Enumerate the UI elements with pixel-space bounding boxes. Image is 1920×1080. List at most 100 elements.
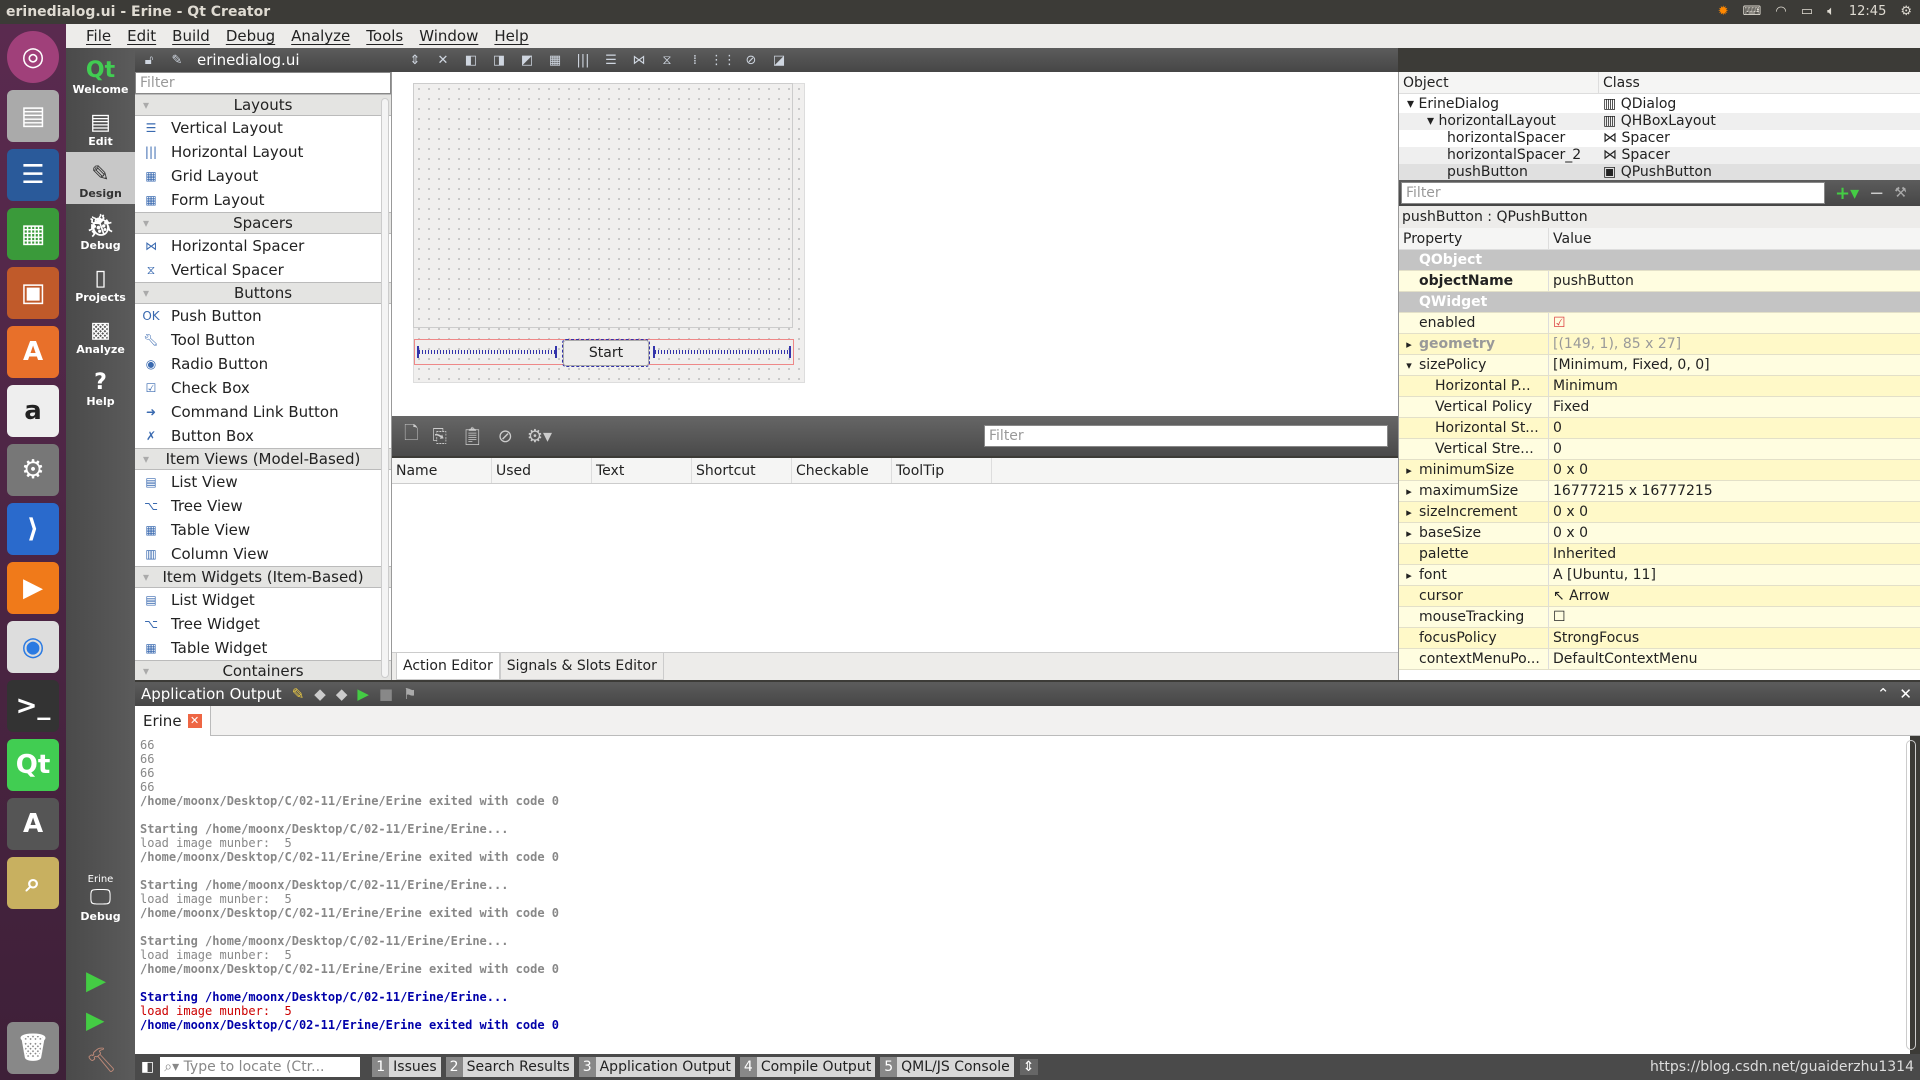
property-value[interactable] <box>1549 250 1553 270</box>
object-tree-row[interactable]: horizontalSpacer_2 ⋈ Spacer <box>1399 147 1920 164</box>
widget-filter-input[interactable]: Filter <box>135 72 391 94</box>
object-tree-row[interactable]: pushButton ▣ QPushButton <box>1399 164 1920 180</box>
category-item-views-model-based-[interactable]: Item Views (Model-Based) <box>135 448 391 470</box>
close-document-button[interactable]: ✕ <box>429 53 457 68</box>
pane-button-compile-output[interactable]: 4 Compile Output <box>739 1057 876 1077</box>
widget-item-horizontal-layout[interactable]: ||| Horizontal Layout <box>135 140 391 164</box>
calc-icon[interactable]: ▦ <box>7 208 59 260</box>
object-tree-row[interactable]: ▾ horizontalLayout ▥ QHBoxLayout <box>1399 113 1920 130</box>
adjust-size-icon[interactable]: ◪ <box>765 53 793 68</box>
layout-h-splitter-icon[interactable]: ⋈ <box>625 53 653 68</box>
property-value[interactable]: [Minimum, Fixed, 0, 0] <box>1549 355 1710 375</box>
gear-icon[interactable]: ⚙ <box>1900 0 1912 24</box>
menu-analyze[interactable]: Analyze <box>283 27 358 45</box>
settings-icon[interactable]: ⚙ <box>7 444 59 496</box>
attach-debugger-icon[interactable]: ⚑ <box>403 682 416 706</box>
widget-item-vertical-spacer[interactable]: ⧖ Vertical Spacer <box>135 258 391 282</box>
updater-icon[interactable]: A <box>7 798 59 850</box>
widget-item-list-view[interactable]: ▤ List View <box>135 470 391 494</box>
property-value[interactable]: 0 <box>1549 439 1562 459</box>
column-class[interactable]: Class <box>1599 72 1640 93</box>
category-buttons[interactable]: Buttons <box>135 282 391 304</box>
property-row-cursor[interactable]: cursor ↖ Arrow <box>1399 586 1920 607</box>
property-row-mousetracking[interactable]: mouseTracking ☐ <box>1399 607 1920 628</box>
property-row-enabled[interactable]: enabled ☑ <box>1399 313 1920 334</box>
volume-icon[interactable]: 🔈︎ <box>1827 0 1835 24</box>
object-tree-row[interactable]: ▾ ErineDialog ▥ QDialog <box>1399 96 1920 113</box>
menu-build[interactable]: Build <box>164 27 218 45</box>
new-action-icon[interactable]: 🗋︎ <box>404 421 418 451</box>
widget-item-button-box[interactable]: ✗ Button Box <box>135 424 391 448</box>
category-spacers[interactable]: Spacers <box>135 212 391 234</box>
expand-arrow-icon[interactable]: ▸ <box>1399 524 1419 543</box>
copy-action-icon[interactable]: ⎘ <box>432 426 446 447</box>
tab-signals-slots-editor[interactable]: Signals & Slots Editor <box>499 653 664 680</box>
property-value[interactable]: 0 <box>1549 418 1562 438</box>
layout-horizontal-icon[interactable]: ||| <box>569 53 597 68</box>
property-row-maximumsize[interactable]: ▸ maximumSize 16777215 x 16777215 <box>1399 481 1920 502</box>
property-value[interactable]: Inherited <box>1549 544 1616 564</box>
configure-wrench-icon[interactable]: ⚒ <box>1894 185 1907 201</box>
property-value[interactable]: Minimum <box>1549 376 1618 396</box>
expand-arrow-icon[interactable]: ▸ <box>1399 503 1419 522</box>
output-scrollbar[interactable] <box>1906 740 1916 1050</box>
start-push-button[interactable]: Start <box>562 339 650 367</box>
mode-design[interactable]: ✎ Design <box>66 152 135 204</box>
menu-edit[interactable]: Edit <box>119 27 164 45</box>
video-icon[interactable]: ▶ <box>7 562 59 614</box>
column-used[interactable]: Used <box>492 458 592 483</box>
property-row-objectname[interactable]: objectName pushButton <box>1399 271 1920 292</box>
widget-item-grid-layout[interactable]: ▦ Grid Layout <box>135 164 391 188</box>
next-item-icon[interactable]: ◆ <box>336 682 348 706</box>
horizontal-spacer[interactable] <box>417 346 557 358</box>
action-filter-input[interactable]: Filter <box>984 425 1388 447</box>
lock-icon[interactable]: 🔓︎ <box>135 53 163 68</box>
build-hammer-icon[interactable]: 🔨︎ <box>86 1046 116 1074</box>
maximize-pane-icon[interactable]: ⌃ <box>1877 682 1890 706</box>
widget-item-radio-button[interactable]: ◉ Radio Button <box>135 352 391 376</box>
open-document-selector[interactable]: erinedialog.ui <box>191 51 401 69</box>
layout-v-splitter-icon[interactable]: ⧖ <box>653 53 681 68</box>
property-row-font[interactable]: ▸ font A [Ubuntu, 11] <box>1399 565 1920 586</box>
widget-item-tree-view[interactable]: ⌥ Tree View <box>135 494 391 518</box>
category-layouts[interactable]: Layouts <box>135 94 391 116</box>
widget-item-table-view[interactable]: ▦ Table View <box>135 518 391 542</box>
toggle-sidebar-icon[interactable]: ◧ <box>141 1059 154 1075</box>
trash-icon[interactable]: 🗑︎ <box>7 1022 59 1074</box>
keyboard-icon[interactable]: ⌨ <box>1743 0 1762 24</box>
output-text[interactable]: 66 66 66 66/home/moonx/Desktop/C/02-11/Erin… <box>135 736 1910 1054</box>
object-tree-row[interactable]: horizontalSpacer ⋈ Spacer <box>1399 130 1920 147</box>
property-value[interactable]: ☑ <box>1549 313 1566 333</box>
add-property-icon[interactable]: +▾ <box>1835 183 1859 204</box>
vscode-icon[interactable]: ⟩ <box>7 503 59 555</box>
mode-edit[interactable]: ▤ Edit <box>66 100 135 152</box>
pane-button-application-output[interactable]: 3 Application Output <box>578 1057 735 1077</box>
property-value[interactable]: 16777215 x 16777215 <box>1549 481 1713 501</box>
image-viewer-icon[interactable]: ⌕ <box>7 857 59 909</box>
property-row-verticalstre[interactable]: Vertical Stre... 0 <box>1399 439 1920 460</box>
menu-help[interactable]: Help <box>486 27 536 45</box>
widget-item-table-widget[interactable]: ▦ Table Widget <box>135 636 391 660</box>
close-tab-icon[interactable]: ✕ <box>187 714 202 728</box>
software-center-icon[interactable]: A <box>7 326 59 378</box>
wifi-icon[interactable]: ◠ <box>1775 0 1786 24</box>
property-value[interactable]: 0 x 0 <box>1549 460 1588 480</box>
locator-input[interactable]: ⌕▾ Type to locate (Ctr... <box>160 1057 361 1077</box>
property-row-minimumsize[interactable]: ▸ minimumSize 0 x 0 <box>1399 460 1920 481</box>
ubuntu-dash-icon[interactable]: ◎ <box>7 31 59 83</box>
expand-arrow-icon[interactable]: ▾ <box>1399 356 1419 375</box>
property-value[interactable]: A [Ubuntu, 11] <box>1549 565 1656 585</box>
property-row-focuspolicy[interactable]: focusPolicy StrongFocus <box>1399 628 1920 649</box>
qt-creator-icon[interactable]: Qt <box>7 739 59 791</box>
action-table[interactable] <box>392 484 1398 652</box>
previous-item-icon[interactable]: ◆ <box>314 682 326 706</box>
remove-property-icon[interactable]: − <box>1869 183 1884 204</box>
menu-debug[interactable]: Debug <box>218 27 283 45</box>
edit-signals-icon[interactable]: ◨ <box>485 53 513 68</box>
property-row-basesize[interactable]: ▸ baseSize 0 x 0 <box>1399 523 1920 544</box>
property-value[interactable]: StrongFocus <box>1549 628 1639 648</box>
battery-icon[interactable]: ▭ <box>1801 0 1813 24</box>
column-checkable[interactable]: Checkable <box>792 458 892 483</box>
expand-arrow-icon[interactable]: ▸ <box>1399 482 1419 501</box>
category-containers[interactable]: Containers <box>135 660 391 680</box>
